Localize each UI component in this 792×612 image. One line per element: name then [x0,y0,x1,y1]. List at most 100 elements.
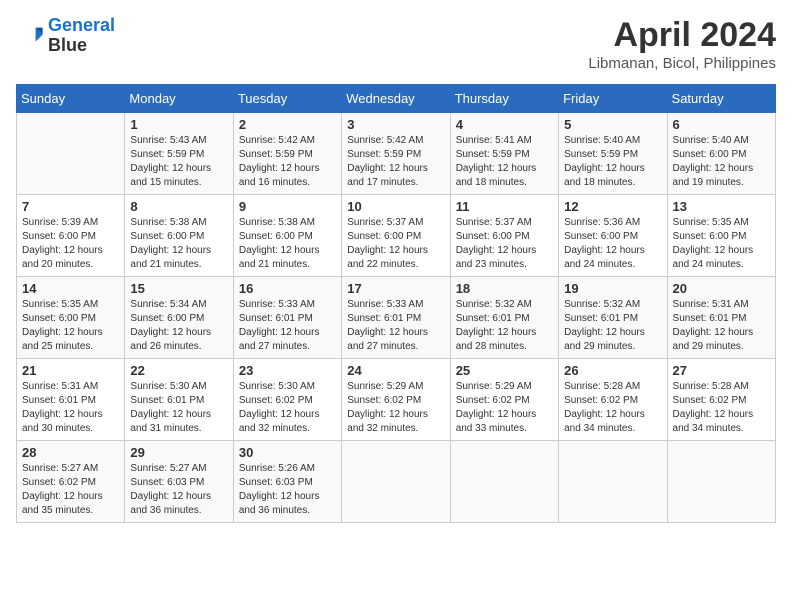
day-cell: 18 Sunrise: 5:32 AM Sunset: 6:01 PM Dayli… [450,277,558,359]
day-info: Sunrise: 5:35 AM Sunset: 6:00 PM Dayligh… [22,298,119,354]
day-info: Sunrise: 5:42 AM Sunset: 5:59 PM Dayligh… [239,134,336,190]
day-number: 30 [239,445,336,460]
day-info: Sunrise: 5:31 AM Sunset: 6:01 PM Dayligh… [22,380,119,436]
day-number: 22 [130,363,227,378]
day-number: 26 [564,363,661,378]
day-number: 12 [564,199,661,214]
day-cell: 3 Sunrise: 5:42 AM Sunset: 5:59 PM Daylig… [342,113,450,195]
day-cell: 6Sunrise: 5:40 AM Sunset: 6:00 PM Daylig… [667,113,775,195]
day-number: 16 [239,281,336,296]
day-info: Sunrise: 5:32 AM Sunset: 6:01 PM Dayligh… [456,298,553,354]
day-cell: 25Sunrise: 5:29 AM Sunset: 6:02 PM Dayli… [450,359,558,441]
day-cell: 2 Sunrise: 5:42 AM Sunset: 5:59 PM Daylig… [233,113,341,195]
day-cell: 24Sunrise: 5:29 AM Sunset: 6:02 PM Dayli… [342,359,450,441]
day-cell: 10 Sunrise: 5:37 AM Sunset: 6:00 PM Dayli… [342,195,450,277]
day-cell [667,441,775,523]
day-info: Sunrise: 5:28 AM Sunset: 6:02 PM Dayligh… [564,380,661,436]
day-info: Sunrise: 5:29 AM Sunset: 6:02 PM Dayligh… [456,380,553,436]
week-row-5: 28 Sunrise: 5:27 AM Sunset: 6:02 PM Dayli… [17,441,776,523]
day-cell: 26 Sunrise: 5:28 AM Sunset: 6:02 PM Dayli… [559,359,667,441]
day-cell: 15 Sunrise: 5:34 AM Sunset: 6:00 PM Dayli… [125,277,233,359]
day-info: Sunrise: 5:38 AM Sunset: 6:00 PM Dayligh… [239,216,336,272]
day-cell: 9 Sunrise: 5:38 AM Sunset: 6:00 PM Daylig… [233,195,341,277]
day-cell: 30 Sunrise: 5:26 AM Sunset: 6:03 PM Dayli… [233,441,341,523]
month-title: April 2024 [588,16,776,55]
day-info: Sunrise: 5:35 AM Sunset: 6:00 PM Dayligh… [673,216,770,272]
day-number: 10 [347,199,444,214]
day-number: 21 [22,363,119,378]
day-number: 23 [239,363,336,378]
day-info: Sunrise: 5:37 AM Sunset: 6:00 PM Dayligh… [347,216,444,272]
day-number: 2 [239,117,336,132]
day-info: Sunrise: 5:38 AM Sunset: 6:00 PM Dayligh… [130,216,227,272]
day-cell: 5 Sunrise: 5:40 AM Sunset: 5:59 PM Daylig… [559,113,667,195]
day-info: Sunrise: 5:26 AM Sunset: 6:03 PM Dayligh… [239,462,336,518]
day-number: 20 [673,281,770,296]
week-row-1: 1 Sunrise: 5:43 AM Sunset: 5:59 PM Daylig… [17,113,776,195]
day-number: 4 [456,117,553,132]
week-row-4: 21 Sunrise: 5:31 AM Sunset: 6:01 PM Dayli… [17,359,776,441]
day-number: 24 [347,363,444,378]
day-info: Sunrise: 5:34 AM Sunset: 6:00 PM Dayligh… [130,298,227,354]
day-info: Sunrise: 5:40 AM Sunset: 5:59 PM Dayligh… [564,134,661,190]
day-cell: 1 Sunrise: 5:43 AM Sunset: 5:59 PM Daylig… [125,113,233,195]
day-number: 17 [347,281,444,296]
day-cell: 28 Sunrise: 5:27 AM Sunset: 6:02 PM Dayli… [17,441,125,523]
weekday-header-sunday: Sunday [17,85,125,113]
day-cell: 8Sunrise: 5:38 AM Sunset: 6:00 PM Daylig… [125,195,233,277]
day-info: Sunrise: 5:42 AM Sunset: 5:59 PM Dayligh… [347,134,444,190]
day-number: 19 [564,281,661,296]
day-info: Sunrise: 5:43 AM Sunset: 5:59 PM Dayligh… [130,134,227,190]
day-cell: 12 Sunrise: 5:36 AM Sunset: 6:00 PM Dayli… [559,195,667,277]
day-cell [450,441,558,523]
day-cell: 19 Sunrise: 5:32 AM Sunset: 6:01 PM Dayli… [559,277,667,359]
day-number: 1 [130,117,227,132]
day-number: 13 [673,199,770,214]
day-info: Sunrise: 5:28 AM Sunset: 6:02 PM Dayligh… [673,380,770,436]
day-info: Sunrise: 5:37 AM Sunset: 6:00 PM Dayligh… [456,216,553,272]
day-info: Sunrise: 5:30 AM Sunset: 6:01 PM Dayligh… [130,380,227,436]
weekday-header-friday: Friday [559,85,667,113]
weekday-header-row: SundayMondayTuesdayWednesdayThursdayFrid… [17,85,776,113]
day-number: 5 [564,117,661,132]
weekday-header-thursday: Thursday [450,85,558,113]
logo-icon [16,22,44,50]
day-info: Sunrise: 5:27 AM Sunset: 6:02 PM Dayligh… [22,462,119,518]
day-info: Sunrise: 5:41 AM Sunset: 5:59 PM Dayligh… [456,134,553,190]
day-number: 18 [456,281,553,296]
title-block: April 2024 Libmanan, Bicol, Philippines [588,16,776,72]
day-cell: 13 Sunrise: 5:35 AM Sunset: 6:00 PM Dayli… [667,195,775,277]
day-cell: 27Sunrise: 5:28 AM Sunset: 6:02 PM Dayli… [667,359,775,441]
weekday-header-wednesday: Wednesday [342,85,450,113]
day-info: Sunrise: 5:36 AM Sunset: 6:00 PM Dayligh… [564,216,661,272]
day-cell: 23 Sunrise: 5:30 AM Sunset: 6:02 PM Dayli… [233,359,341,441]
weekday-header-monday: Monday [125,85,233,113]
logo-text: General Blue [48,16,115,56]
day-info: Sunrise: 5:30 AM Sunset: 6:02 PM Dayligh… [239,380,336,436]
day-info: Sunrise: 5:39 AM Sunset: 6:00 PM Dayligh… [22,216,119,272]
day-number: 9 [239,199,336,214]
week-row-3: 14 Sunrise: 5:35 AM Sunset: 6:00 PM Dayli… [17,277,776,359]
week-row-2: 7 Sunrise: 5:39 AM Sunset: 6:00 PM Daylig… [17,195,776,277]
day-info: Sunrise: 5:33 AM Sunset: 6:01 PM Dayligh… [347,298,444,354]
day-info: Sunrise: 5:33 AM Sunset: 6:01 PM Dayligh… [239,298,336,354]
day-number: 14 [22,281,119,296]
day-number: 29 [130,445,227,460]
day-number: 3 [347,117,444,132]
day-info: Sunrise: 5:27 AM Sunset: 6:03 PM Dayligh… [130,462,227,518]
day-cell: 14 Sunrise: 5:35 AM Sunset: 6:00 PM Dayli… [17,277,125,359]
page-header: General Blue April 2024 Libmanan, Bicol,… [16,16,776,72]
day-info: Sunrise: 5:32 AM Sunset: 6:01 PM Dayligh… [564,298,661,354]
weekday-header-tuesday: Tuesday [233,85,341,113]
day-cell: 29 Sunrise: 5:27 AM Sunset: 6:03 PM Dayli… [125,441,233,523]
day-number: 7 [22,199,119,214]
day-cell: 20Sunrise: 5:31 AM Sunset: 6:01 PM Dayli… [667,277,775,359]
day-number: 15 [130,281,227,296]
day-number: 11 [456,199,553,214]
day-cell [17,113,125,195]
day-cell [559,441,667,523]
day-number: 28 [22,445,119,460]
calendar-body: 1 Sunrise: 5:43 AM Sunset: 5:59 PM Daylig… [17,113,776,523]
day-info: Sunrise: 5:40 AM Sunset: 6:00 PM Dayligh… [673,134,770,190]
day-cell: 17 Sunrise: 5:33 AM Sunset: 6:01 PM Dayli… [342,277,450,359]
